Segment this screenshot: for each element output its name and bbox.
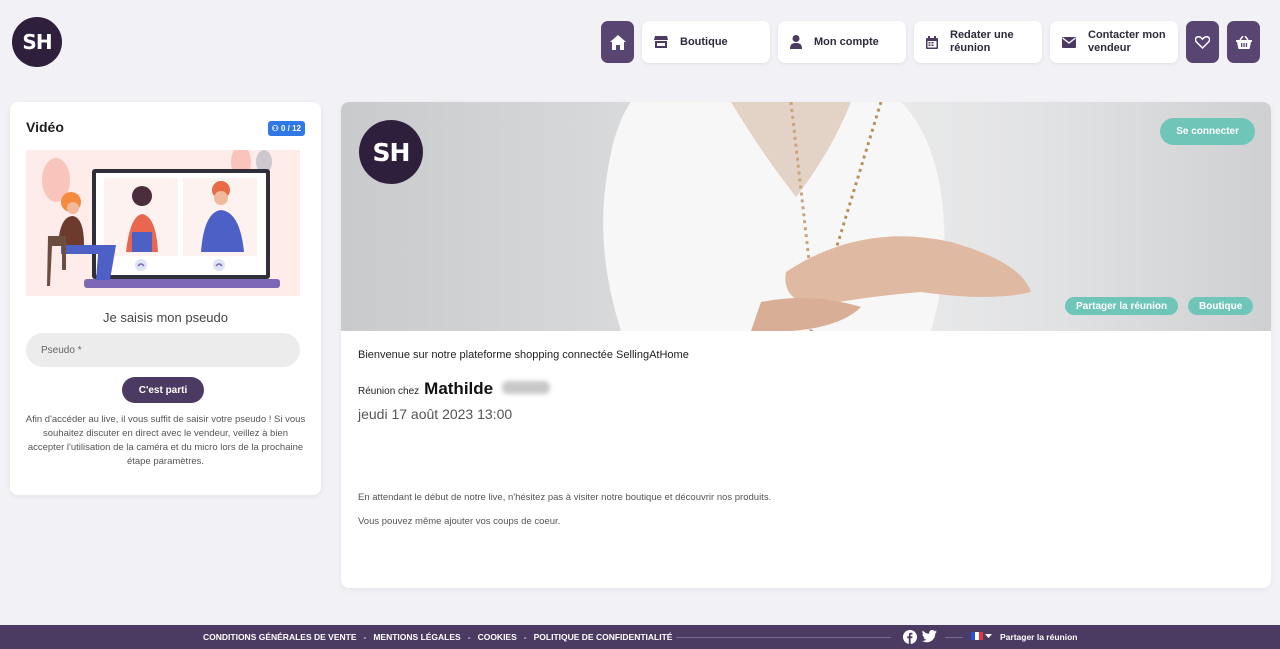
meeting-panel: SH Se connecter Partager la réunion Bout…	[341, 102, 1271, 588]
cart-button[interactable]	[1227, 21, 1260, 63]
footer-links: CONDITIONS GÉNÉRALES DE VENTE - MENTIONS…	[203, 625, 672, 649]
meeting-date: jeudi 17 août 2023 13:00	[358, 406, 513, 422]
account-nav-button[interactable]: Mon compte	[778, 21, 906, 63]
meeting-host: Réunion chez Mathilde	[358, 379, 551, 399]
footer-link-cgv[interactable]: CONDITIONS GÉNÉRALES DE VENTE	[203, 632, 357, 642]
home-icon	[609, 34, 626, 50]
favorites-button[interactable]	[1186, 21, 1219, 63]
waiting-text: En attendant le début de notre live, n'h…	[358, 492, 772, 503]
participant-count: 0 / 12	[280, 124, 301, 133]
top-nav: Boutique Mon compte Redater une réunion …	[601, 21, 1260, 63]
facebook-icon[interactable]	[903, 630, 917, 644]
pseudo-help-text: Afin d'accéder au live, il vous suffit d…	[25, 414, 306, 467]
footer-divider	[945, 637, 963, 638]
favorites-text: Vous pouvez même ajouter vos coups de co…	[358, 516, 561, 527]
store-icon	[654, 36, 668, 48]
calendar-icon	[926, 35, 938, 49]
video-call-illustration	[26, 150, 300, 296]
footer-link-privacy[interactable]: POLITIQUE DE CONFIDENTIALITÉ	[534, 632, 673, 642]
participant-counter: ⚇ 0 / 12	[267, 121, 305, 136]
shop-nav-label: Boutique	[680, 35, 728, 48]
shop-nav-button[interactable]: Boutique	[642, 21, 770, 63]
footer-link-cookies[interactable]: COOKIES	[478, 632, 517, 642]
footer-link-legal[interactable]: MENTIONS LÉGALES	[373, 632, 460, 642]
share-meeting-button[interactable]: Partager la réunion	[1065, 297, 1179, 315]
basket-icon	[1235, 35, 1252, 49]
welcome-text: Bienvenue sur notre plateforme shopping …	[358, 349, 689, 361]
envelope-icon	[1062, 36, 1076, 48]
footer-divider	[676, 637, 891, 638]
video-title: Vidéo	[26, 119, 64, 135]
blurred-surname	[502, 381, 551, 394]
heart-icon	[1195, 35, 1210, 49]
account-nav-label: Mon compte	[814, 35, 879, 48]
social-links	[903, 630, 937, 644]
contact-seller-nav-label: Contacter mon vendeur	[1088, 29, 1166, 54]
user-icon	[790, 35, 802, 49]
pseudo-input[interactable]	[26, 333, 300, 367]
pseudo-heading: Je saisis mon pseudo	[102, 310, 228, 325]
twitter-icon[interactable]	[922, 630, 937, 643]
home-button[interactable]	[601, 21, 634, 63]
banner-image: SH Se connecter Partager la réunion Bout…	[341, 102, 1271, 331]
footer: CONDITIONS GÉNÉRALES DE VENTE - MENTIONS…	[0, 625, 1280, 649]
contact-seller-nav-button[interactable]: Contacter mon vendeur	[1050, 21, 1178, 63]
logo[interactable]: SH	[12, 17, 62, 67]
footer-separator: -	[523, 632, 527, 642]
shop-button[interactable]: Boutique	[1188, 297, 1254, 315]
footer-share-meeting[interactable]: Partager la réunion	[1000, 625, 1077, 649]
video-panel: Vidéo ⚇ 0 / 12 Je saisis mon pseudo Pseu…	[10, 102, 321, 495]
language-selector[interactable]	[971, 632, 992, 640]
banner-logo: SH	[359, 120, 423, 184]
footer-separator: -	[363, 632, 367, 642]
meeting-host-prefix: Réunion chez	[358, 386, 420, 397]
chevron-down-icon	[985, 633, 992, 638]
plan-meeting-nav-label: Redater une réunion	[950, 29, 1014, 54]
footer-separator: -	[467, 632, 471, 642]
people-icon: ⚇	[271, 124, 281, 133]
start-button[interactable]: C'est parti	[122, 377, 204, 403]
login-button[interactable]: Se connecter	[1160, 118, 1255, 145]
plan-meeting-nav-button[interactable]: Redater une réunion	[914, 21, 1042, 63]
host-name: Mathilde	[424, 379, 494, 398]
france-flag-icon	[971, 632, 983, 640]
